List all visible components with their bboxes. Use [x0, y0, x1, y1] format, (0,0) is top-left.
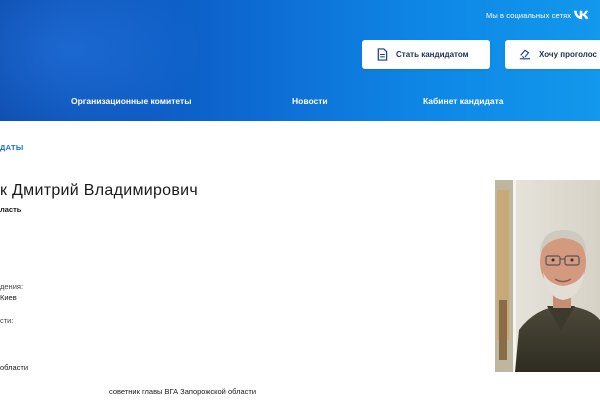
nav-news[interactable]: Новости — [292, 96, 328, 106]
birth-place-label: дения: — [0, 282, 24, 291]
nav-candidate-cabinet[interactable]: Кабинет кандидата — [423, 96, 504, 106]
become-candidate-label: Стать кандидатом — [396, 50, 469, 59]
vote-hand-icon — [519, 49, 531, 60]
candidate-photo — [495, 180, 600, 372]
nav-org-committees[interactable]: Организационные комитеты — [71, 96, 191, 106]
site-header: Мы в социальных сетях Стать кандидатом Х… — [0, 0, 600, 121]
portrait-image — [495, 180, 600, 372]
vk-icon[interactable] — [574, 8, 590, 22]
candidate-name: к Дмитрий Владимирович — [0, 182, 199, 199]
want-to-vote-button[interactable]: Хочу проголос — [505, 40, 600, 69]
breadcrumb[interactable]: ДАТЫ — [0, 143, 24, 152]
candidate-region: ласть — [0, 205, 22, 214]
birth-place-value: Киев — [0, 293, 17, 302]
want-to-vote-label: Хочу проголос — [539, 50, 597, 59]
become-candidate-button[interactable]: Стать кандидатом — [362, 40, 490, 69]
candidate-position: советник главы ВГА Запорожской области — [109, 387, 257, 396]
area-value: области — [0, 363, 29, 372]
social-networks-label: Мы в социальных сетях — [486, 11, 572, 20]
document-icon — [377, 48, 388, 61]
party-label: сти: — [0, 316, 14, 325]
